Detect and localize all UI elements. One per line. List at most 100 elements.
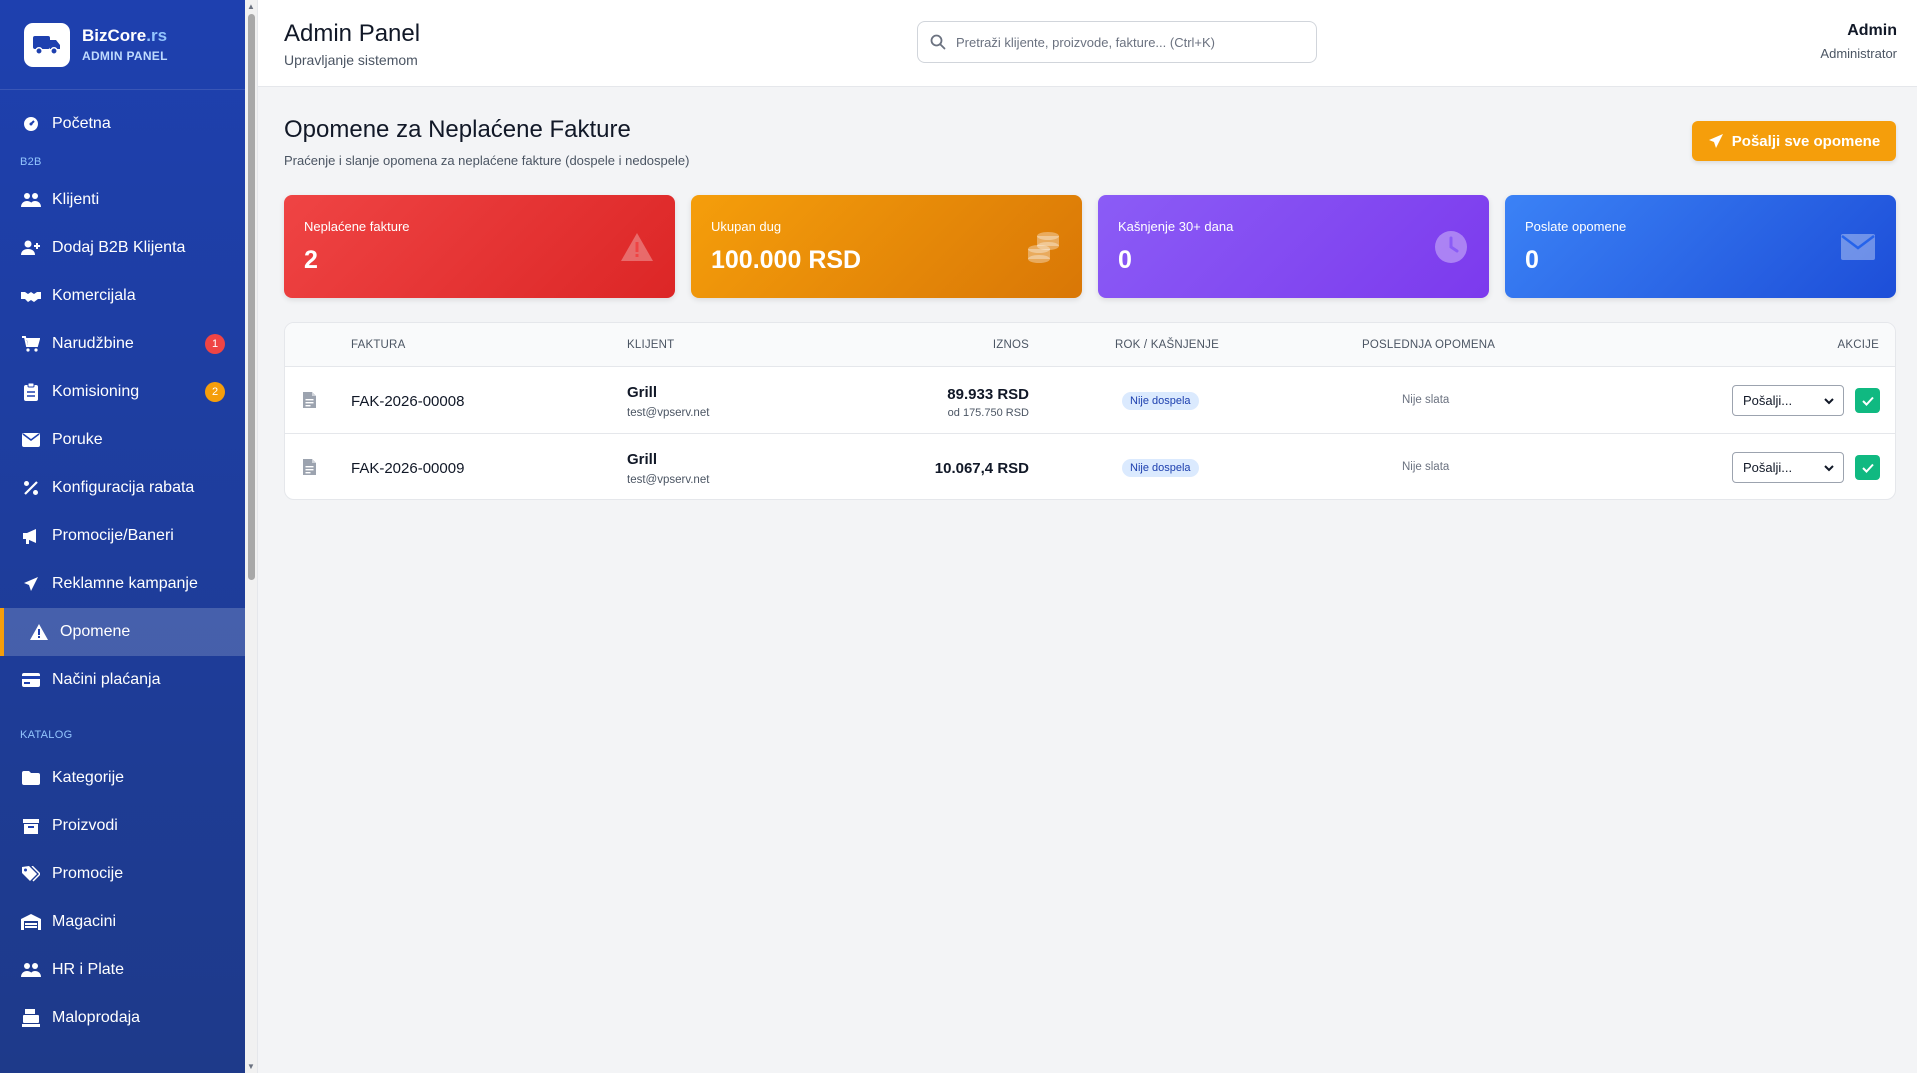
sidebar-item-kategorije[interactable]: Kategorije [0,754,245,802]
col-header-amount[interactable]: IZNOS [993,339,1029,351]
sidebar-item-reklamne-kampanje[interactable]: Reklamne kampanje [0,560,245,608]
table-row: FAK-2026-00009 Grill test@vpserv.net 10.… [285,434,1895,499]
search-icon [930,34,946,50]
mark-paid-button[interactable] [1855,455,1880,480]
sidebar-item-proizvodi[interactable]: Proizvodi [0,802,245,850]
sidebar-item-label: HR i Plate [52,961,125,978]
col-header-actions: AKCIJE [1837,339,1879,351]
sidebar-item-komisioning[interactable]: Komisioning 2 [0,368,245,416]
col-header-last-reminder[interactable]: POSLEDNJA OPOMENA [1362,339,1495,351]
send-all-reminders-button[interactable]: Pošalji sve opomene [1692,121,1896,161]
header-title: Admin Panel [284,20,421,47]
top-header: Admin Panel Upravljanje sistemom Admin A… [258,0,1917,87]
global-search[interactable] [917,21,1317,63]
sidebar-item-label: Komisioning [52,383,140,400]
sidebar-item-opomene[interactable]: Opomene [0,608,245,656]
sidebar-item-poruke[interactable]: Poruke [0,416,245,464]
stat-label: Poslate opomene [1525,219,1627,234]
status-badge: Nije dospela [1122,392,1199,410]
sidebar-item-narud-bine[interactable]: Narudžbine 1 [0,320,245,368]
header-subtitle: Upravljanje sistemom [284,52,418,68]
users-icon [20,189,42,211]
sidebar-item-magacini[interactable]: Magacini [0,898,245,946]
sidebar-item-label: Promocije/Baneri [52,527,174,544]
sidebar-item-label: Magacini [52,913,117,930]
invoice-number[interactable]: FAK-2026-00008 [351,393,464,410]
sidebar-item-label: Promocije [52,865,124,882]
user-menu[interactable]: Admin Administrator [1820,22,1897,61]
search-input[interactable] [956,34,1296,50]
clipboard-icon [20,381,42,403]
sidebar-item-label: Maloprodaja [52,1009,141,1026]
sidebar-scrollbar[interactable]: ▲ ▼ [245,0,258,1073]
stat-label: Kašnjenje 30+ dana [1118,219,1234,234]
truck-icon [24,22,70,67]
status-badge: Nije dospela [1122,459,1199,477]
col-header-invoice[interactable]: FAKTURA [351,339,405,351]
last-reminder: Nije slata [1402,394,1450,406]
scroll-thumb[interactable] [248,14,255,580]
dashboard-icon [20,113,42,135]
invoice-number[interactable]: FAK-2026-00009 [351,460,464,477]
user-role: Administrator [1820,46,1897,61]
brand-name: BizCore.rs [82,26,168,45]
user-name: Admin [1847,22,1897,39]
chevron-down-icon [1824,465,1834,472]
send-reminder-select[interactable]: Pošalji... [1732,385,1844,416]
scroll-down-icon[interactable]: ▼ [247,1062,255,1071]
stat-label: Ukupan dug [711,219,782,234]
folder-icon [20,767,42,789]
document-icon [303,459,316,480]
sidebar-section-label: KATALOG [20,729,73,741]
send-reminder-select[interactable]: Pošalji... [1732,452,1844,483]
sidebar-item-klijenti[interactable]: Klijenti [0,176,245,224]
sidebar-item-label: Reklamne kampanje [52,575,198,592]
chevron-down-icon [1824,398,1834,405]
stat-value: 100.000 RSD [711,246,862,274]
stat-value: 0 [1118,246,1132,274]
reminders-table: FAKTURA KLIJENT IZNOS ROK / KAŠNJENJE PO… [284,322,1896,500]
sidebar-item-na-ini-pla-anja[interactable]: Načini plaćanja [0,656,245,704]
col-header-client[interactable]: KLIJENT [627,339,674,351]
client-name: Grill [627,451,658,468]
sidebar-item-promocije-baneri[interactable]: Promocije/Baneri [0,512,245,560]
sidebar-item-promocije[interactable]: Promocije [0,850,245,898]
mark-paid-button[interactable] [1855,388,1880,413]
page-subtitle: Praćenje i slanje opomena za neplaćene f… [284,153,690,168]
stat-card-sent-reminders: Poslate opomene 0 [1505,195,1896,298]
sidebar-item-komercijala[interactable]: Komercijala [0,272,245,320]
sidebar-item-konfiguracija-rabata[interactable]: Konfiguracija rabata [0,464,245,512]
table-header: FAKTURA KLIJENT IZNOS ROK / KAŠNJENJE PO… [285,323,1895,367]
count-badge: 2 [205,382,225,402]
stat-label: Neplaćene fakture [304,219,410,234]
sidebar-item-po-etna[interactable]: Početna [0,100,245,148]
box-icon [20,815,42,837]
paper-plane-icon [1708,134,1723,148]
send-all-label: Pošalji sve opomene [1731,132,1881,150]
sidebar-item-maloprodaja[interactable]: Maloprodaja [0,994,245,1042]
envelope-icon [1838,227,1878,267]
cart-icon [20,333,42,355]
sidebar-item-label: Konfiguracija rabata [52,479,195,496]
sidebar-item-label: Proizvodi [52,817,118,834]
sidebar-item-label: Opomene [60,623,131,640]
check-icon [1861,463,1874,473]
tags-icon [20,863,42,885]
brand[interactable]: BizCore.rs ADMIN PANEL [0,0,245,90]
scroll-up-icon[interactable]: ▲ [247,2,255,11]
select-value: Pošalji... [1743,393,1793,408]
client-email: test@vpserv.net [627,474,710,486]
table-row: FAK-2026-00008 Grill test@vpserv.net 89.… [285,367,1895,434]
paper-plane-icon [20,573,42,595]
warehouse-icon [20,911,42,933]
invoice-amount: 10.067,4 RSD [934,460,1029,477]
stat-card-overdue-30: Kašnjenje 30+ dana 0 [1098,195,1489,298]
sidebar-item-dodaj-b2b-klijenta[interactable]: Dodaj B2B Klijenta [0,224,245,272]
sidebar-item-label: Poruke [52,431,103,448]
sidebar-item-label: Kategorije [52,769,125,786]
sidebar-section-label: B2B [20,156,42,168]
sidebar-item-hr-i-plate[interactable]: HR i Plate [0,946,245,994]
sidebar-item-label: Komercijala [52,287,136,304]
col-header-due[interactable]: ROK / KAŠNJENJE [1115,339,1219,351]
clock-icon [1431,227,1471,267]
